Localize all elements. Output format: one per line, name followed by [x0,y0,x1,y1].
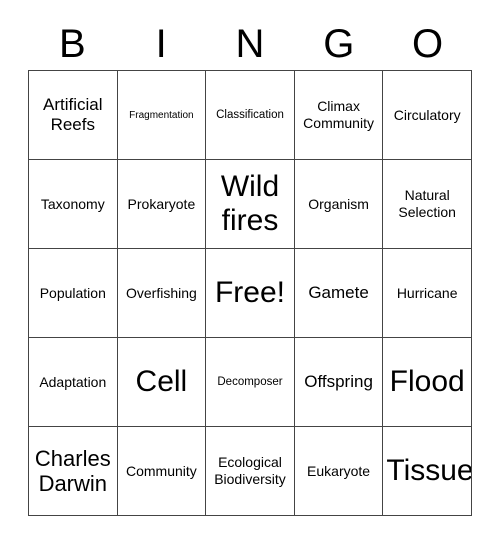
bingo-cell[interactable]: Organism [294,160,384,249]
bingo-row: Population Overfishing Free! Gamete Hurrican… [29,249,472,338]
bingo-cell-label: Prokaryote [127,195,196,212]
bingo-row: Taxonomy Prokaryote Wild fires Organism Natu… [29,160,472,249]
bingo-cell[interactable]: Prokaryote [117,160,207,249]
bingo-cell[interactable]: Circulatory [383,71,472,160]
bingo-cell[interactable]: Adaptation [29,338,118,427]
bingo-header-letter-b: B [59,22,86,66]
bingo-cell-label: Natural Selection [398,187,456,220]
bingo-row: Adaptation Cell Decomposer Offspring Flood [29,338,472,427]
bingo-cell[interactable]: Taxonomy [29,160,118,249]
bingo-cell[interactable]: Gamete [294,249,384,338]
bingo-cell-label: Adaptation [39,373,107,390]
bingo-cell-label: Artificial Reefs [43,95,103,134]
bingo-cell[interactable]: Decomposer [206,338,295,427]
bingo-cell-label: Circulatory [393,106,461,123]
bingo-cell-free[interactable]: Free! [206,249,295,338]
bingo-header-letter-i: I [155,22,167,66]
bingo-cell[interactable]: Overfishing [117,249,207,338]
bingo-cell[interactable]: Fragmentation [117,71,207,160]
bingo-cell[interactable]: Offspring [294,338,384,427]
bingo-cell[interactable]: Cell [117,338,207,427]
bingo-cell[interactable]: Artificial Reefs [29,71,118,160]
bingo-cell-label: Decomposer [217,376,283,388]
bingo-cell[interactable]: Eukaryote [294,427,384,516]
bingo-cell-label: Population [39,284,106,301]
bingo-cell-label: Offspring [304,372,373,391]
bingo-cell-label: Community [125,462,197,479]
bingo-cell[interactable]: Charles Darwin [29,427,118,516]
bingo-cell-label: Tissue [386,454,472,487]
bingo-cell[interactable]: Population [29,249,118,338]
bingo-grid: Artificial Reefs Fragmentation Classificat… [28,70,472,516]
bingo-cell-label: Organism [308,195,369,212]
bingo-row: Charles Darwin Community Ecological Biodiv… [29,427,472,516]
bingo-row: Artificial Reefs Fragmentation Classificat… [29,71,472,160]
bingo-cell[interactable]: Wild fires [206,160,295,249]
bingo-cell[interactable]: Flood [383,338,472,427]
bingo-header-letter-n: N [235,22,265,66]
bingo-cell-label: Ecological Biodiversity [214,454,286,487]
bingo-cell-label: Charles Darwin [34,446,111,496]
bingo-cell[interactable]: Ecological Biodiversity [206,427,295,516]
bingo-cell-label: Wild fires [220,170,280,237]
bingo-cell-label: Fragmentation [129,109,194,121]
bingo-cell[interactable]: Natural Selection [383,160,472,249]
bingo-cell-label: Eukaryote [307,462,371,479]
bingo-cell-label: Free! [214,276,285,309]
bingo-cell-label: Flood [389,365,465,398]
bingo-cell[interactable]: Hurricane [383,249,472,338]
bingo-header-letter-o: O [412,22,444,66]
bingo-card: B I N G O Artificial Reefs Fragmentation C… [0,0,500,544]
bingo-cell[interactable]: Classification [206,71,295,160]
bingo-cell-label: Overfishing [125,284,197,301]
bingo-cell[interactable]: Tissue [383,427,472,516]
bingo-cell-label: Taxonomy [40,195,105,212]
bingo-cell[interactable]: Community [117,427,207,516]
bingo-cell-label: Cell [135,365,188,398]
bingo-cell-label: Gamete [308,283,369,302]
bingo-header-letter-g: G [323,22,355,66]
bingo-cell-label: Hurricane [396,284,458,301]
bingo-cell-label: Classification [216,109,284,121]
bingo-cell-label: Climax Community [303,98,374,131]
bingo-cell[interactable]: Climax Community [294,71,384,160]
bingo-header-row: B I N G O [28,18,472,70]
